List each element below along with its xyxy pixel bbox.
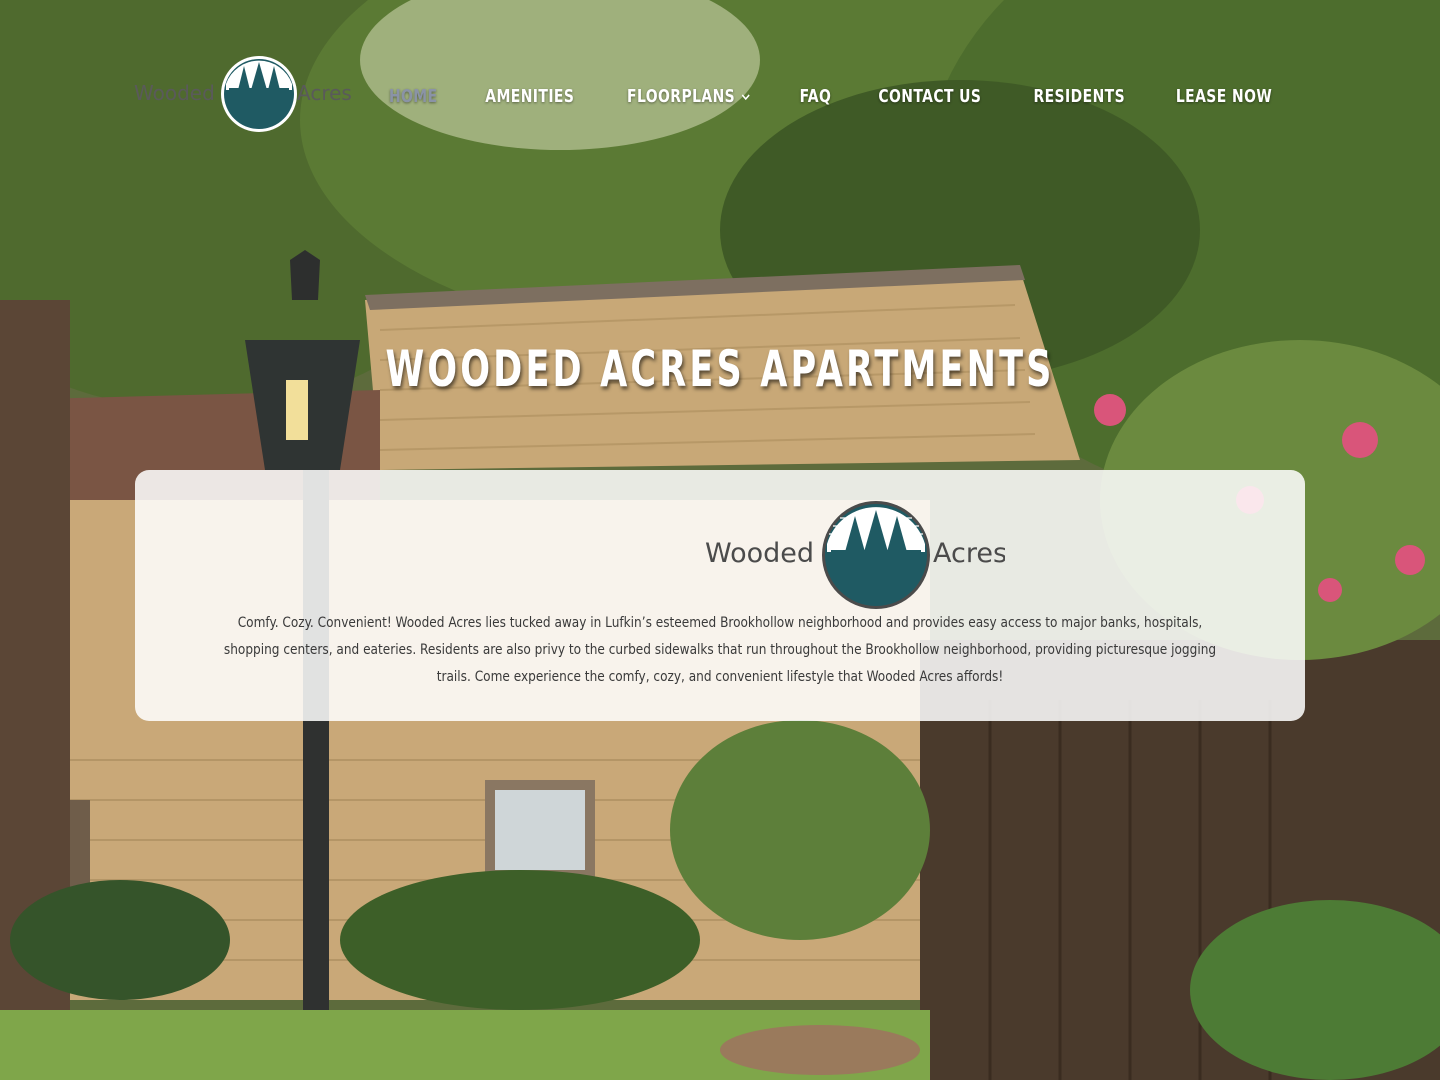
logo-wordmark-right: Acres [297,81,352,105]
intro-paragraph-text: Comfy. Cozy. Convenient! Wooded Acres li… [223,615,1217,685]
nav-floorplans[interactable]: FLOORPLANS [627,86,751,107]
main-nav: HOME AMENITIES FLOORPLANS FAQ CONTACT US… [385,86,1280,107]
logo-wordmark-left: Wooded [134,81,215,105]
site-logo[interactable]: Wooded Acres [134,54,354,134]
nav-amenities[interactable]: AMENITIES [485,86,574,107]
hero-title: WOODED ACRES APARTMENTS [385,340,1055,398]
nav-faq[interactable]: FAQ [800,86,832,107]
nav-home[interactable]: HOME [389,86,438,107]
intro-paragraph: Comfy. Cozy. Convenient! Wooded Acres li… [175,610,1265,691]
site-header: Wooded Acres HOME AMENITIES FLOORPLANS F… [0,0,1440,200]
nav-lease-now[interactable]: LEASE NOW [1176,86,1272,107]
intro-card: Wooded Acres Comfy. Cozy. Convenient! Wo… [135,470,1305,721]
intro-logo: Wooded Acres [705,500,1007,610]
intro-logo-wordmark-left: Wooded [705,538,814,569]
intro-logo-wordmark-right: Acres [933,538,1005,569]
nav-contact-us[interactable]: CONTACT US [878,86,981,107]
nav-residents[interactable]: RESIDENTS [1033,86,1125,107]
chevron-down-icon [741,93,750,100]
nav-floorplans-label: FLOORPLANS [627,86,736,107]
page: Wooded Acres HOME AMENITIES FLOORPLANS F… [0,0,1440,1080]
